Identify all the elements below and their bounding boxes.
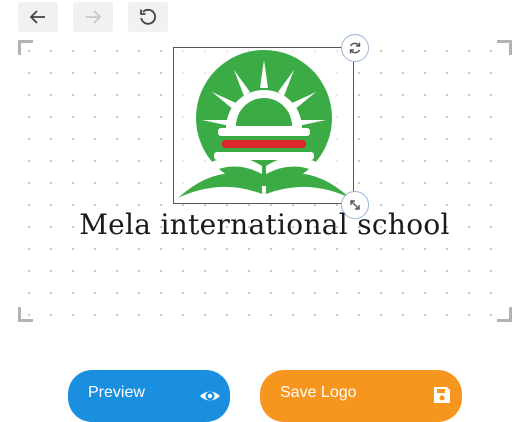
arrow-right-icon — [86, 10, 102, 24]
logo-selection[interactable] — [173, 47, 354, 204]
preview-label: Preview — [88, 384, 145, 401]
save-logo-button[interactable]: Save Logo — [260, 370, 462, 422]
eye-icon — [200, 391, 220, 401]
redo-button[interactable] — [73, 2, 113, 32]
undo-button[interactable] — [18, 2, 58, 32]
reset-button[interactable] — [128, 2, 168, 32]
canvas-corner-bottom-right — [497, 307, 512, 322]
canvas-corner-bottom-left — [18, 307, 33, 322]
school-logo — [178, 50, 350, 198]
canvas-corner-top-left — [18, 40, 33, 55]
rotate-icon — [349, 42, 361, 54]
save-logo-label: Save Logo — [280, 384, 357, 401]
history-toolbar — [18, 2, 168, 32]
school-name-text[interactable]: Mela international school — [0, 208, 517, 241]
preview-button[interactable]: Preview — [68, 370, 230, 422]
floppy-disk-icon — [434, 387, 450, 403]
rotate-reset-icon — [140, 8, 156, 25]
arrow-left-icon — [29, 10, 45, 24]
rotate-handle[interactable] — [341, 34, 369, 62]
canvas-corner-top-right — [497, 40, 512, 55]
